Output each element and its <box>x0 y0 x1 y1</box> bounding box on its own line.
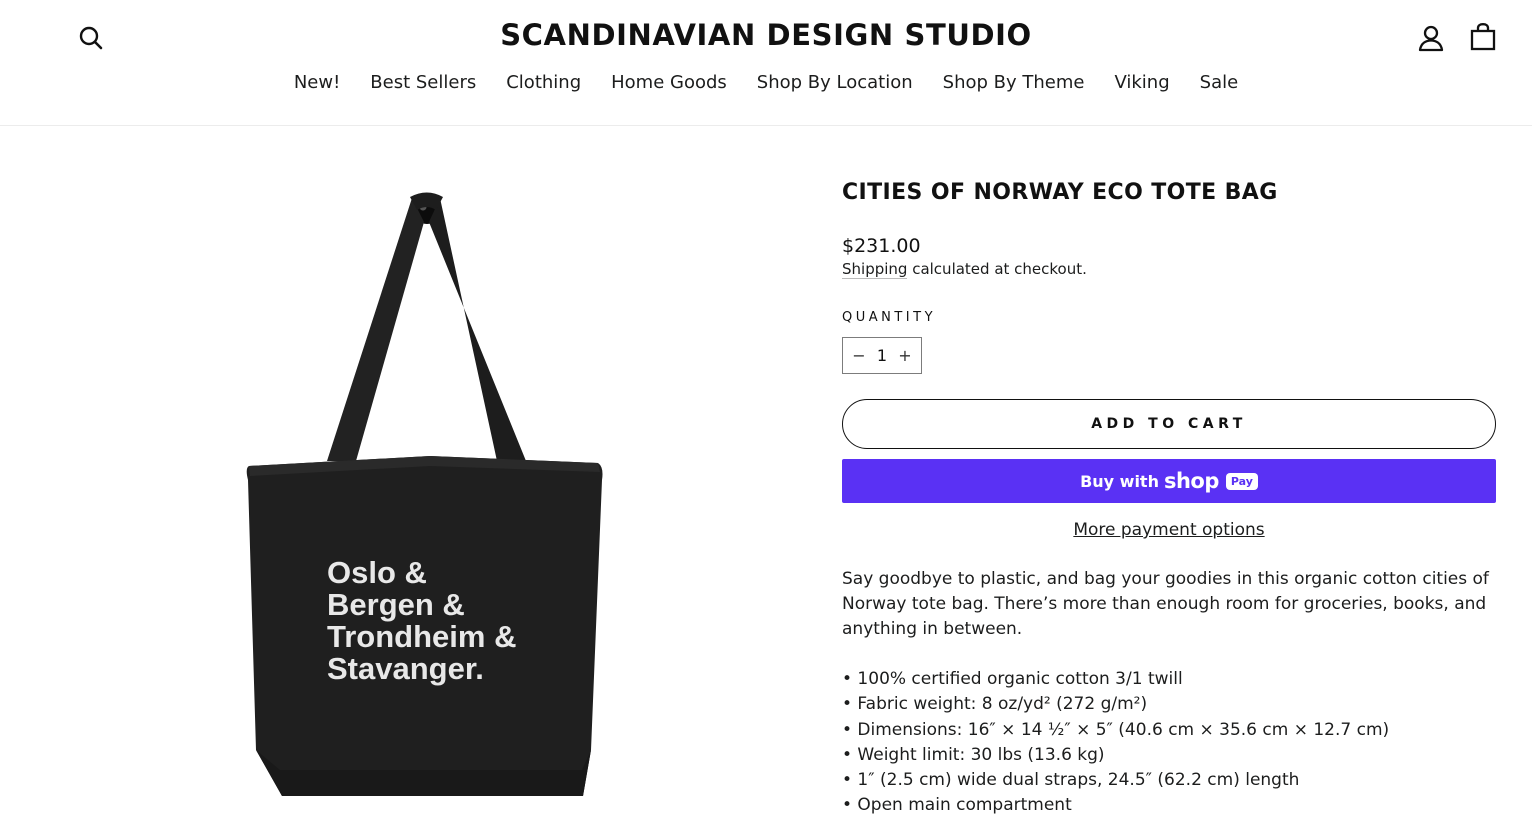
product-description: Say goodbye to plastic, and bag your goo… <box>842 569 1489 639</box>
shipping-note: Shipping calculated at checkout. <box>842 260 1496 279</box>
more-payment-options-link[interactable]: More payment options <box>1073 520 1264 540</box>
shipping-text: calculated at checkout. <box>907 260 1087 278</box>
bag-print-line: Stavanger. <box>327 651 484 686</box>
quantity-stepper: − 1 + <box>842 337 922 374</box>
shop-pay-buy-with: Buy with <box>1080 471 1159 491</box>
more-payment-options: More payment options <box>842 520 1496 540</box>
quantity-label: QUANTITY <box>842 310 937 325</box>
feature-item: • 1″ (2.5 cm) wide dual straps, 24.5″ (6… <box>842 770 1300 791</box>
product-info: CITIES OF NORWAY ECO TOTE BAG $231.00 Sh… <box>842 180 1496 819</box>
bag-print-line: Trondheim & <box>327 619 516 654</box>
shop-pay-button[interactable]: Buy with shop Pay <box>842 459 1496 503</box>
nav-item-best-sellers[interactable]: Best Sellers <box>355 72 491 93</box>
nav-item-new[interactable]: New! <box>279 72 355 93</box>
shop-pay-badge: Pay <box>1225 472 1258 490</box>
add-to-cart-button[interactable]: ADD TO CART <box>842 399 1496 449</box>
cart-icon[interactable] <box>1470 23 1496 51</box>
bag-print-line: Oslo & <box>327 555 427 590</box>
feature-item: • Fabric weight: 8 oz/yd² (272 g/m²) <box>842 694 1148 715</box>
nav-item-home-goods[interactable]: Home Goods <box>596 72 742 93</box>
nav-item-shop-by-location[interactable]: Shop By Location <box>742 72 928 93</box>
account-icon[interactable] <box>1418 24 1444 52</box>
product-features: • 100% certified organic cotton 3/1 twil… <box>842 667 1496 819</box>
shipping-link[interactable]: Shipping <box>842 260 908 279</box>
site-header: SCANDINAVIAN DESIGN STUDIO New! Best Sel… <box>0 0 1532 126</box>
product-price: $231.00 <box>842 235 921 257</box>
shop-pay-logo: shop <box>1163 469 1219 493</box>
quantity-plus-button[interactable]: + <box>897 346 913 365</box>
store-logo[interactable]: SCANDINAVIAN DESIGN STUDIO <box>0 18 1532 52</box>
product-title: CITIES OF NORWAY ECO TOTE BAG <box>842 180 1278 205</box>
nav-item-sale[interactable]: Sale <box>1185 72 1254 93</box>
bag-print-line: Bergen & <box>327 587 465 622</box>
nav-item-viking[interactable]: Viking <box>1099 72 1184 93</box>
feature-item: • Open main compartment <box>842 795 1072 816</box>
quantity-input[interactable]: 1 <box>867 346 897 365</box>
quantity-minus-button[interactable]: − <box>851 346 867 365</box>
main-nav: New! Best Sellers Clothing Home Goods Sh… <box>0 72 1532 93</box>
nav-item-shop-by-theme[interactable]: Shop By Theme <box>928 72 1100 93</box>
feature-item: • 100% certified organic cotton 3/1 twil… <box>842 669 1183 689</box>
feature-item: • Weight limit: 30 lbs (13.6 kg) <box>842 744 1105 765</box>
feature-item: • Dimensions: 16″ × 14 ½″ × 5″ (40.6 cm … <box>842 719 1390 740</box>
product-image[interactable]: Oslo & Bergen & Trondheim & Stavanger. <box>200 170 660 820</box>
nav-item-clothing[interactable]: Clothing <box>491 72 596 93</box>
